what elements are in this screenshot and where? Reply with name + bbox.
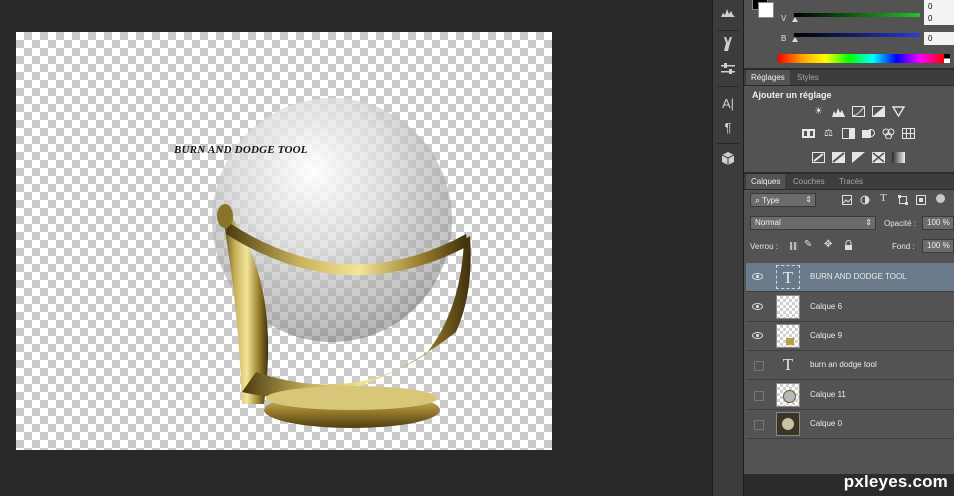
photo-filter-icon[interactable] bbox=[862, 128, 875, 139]
layer-thumbnail bbox=[776, 295, 800, 319]
filter-shape-icon[interactable] bbox=[898, 195, 908, 207]
layer-name[interactable]: BURN AND DODGE TOOL bbox=[810, 272, 907, 281]
panel-icon-strip: A| ¶ bbox=[712, 0, 744, 496]
brush-presets-icon[interactable] bbox=[713, 36, 743, 58]
filter-pixel-icon[interactable] bbox=[842, 195, 852, 207]
lock-transparency-icon[interactable] bbox=[790, 242, 798, 250]
layer-name[interactable]: Calque 0 bbox=[810, 419, 842, 428]
chevron-updown-icon: ⇕ bbox=[805, 195, 812, 204]
levels-icon[interactable] bbox=[832, 106, 845, 117]
eye-icon[interactable] bbox=[752, 301, 763, 312]
blue-value-field[interactable]: 0 bbox=[924, 32, 954, 45]
visibility-toggle-off[interactable] bbox=[754, 361, 764, 371]
adjust-sliders-icon[interactable] bbox=[713, 60, 743, 82]
character-icon[interactable]: A| bbox=[713, 93, 743, 115]
pivot-knob bbox=[217, 204, 233, 228]
filter-adjustment-icon[interactable] bbox=[860, 195, 870, 207]
right-panels: 0 V 0 B 0 Réglages Styles Ajouter un rég… bbox=[744, 0, 954, 496]
fill-label: Fond : bbox=[892, 242, 915, 251]
filter-smart-object-icon[interactable] bbox=[916, 195, 926, 207]
hue-saturation-icon[interactable] bbox=[802, 128, 815, 139]
canvas-title-text: BURN AND DODGE TOOL bbox=[174, 144, 308, 156]
tab-calques[interactable]: Calques bbox=[746, 174, 786, 189]
histogram-icon[interactable] bbox=[713, 2, 743, 24]
opacity-label: Opacité : bbox=[884, 219, 917, 228]
green-value-field[interactable]: 0 bbox=[924, 12, 954, 25]
base-top bbox=[266, 386, 438, 410]
background-swatch[interactable] bbox=[758, 2, 774, 18]
layer-name[interactable]: burn an dodge tool bbox=[810, 360, 877, 369]
eye-icon[interactable] bbox=[752, 271, 763, 282]
gradient-map-icon[interactable] bbox=[892, 152, 905, 163]
green-slider-thumb[interactable] bbox=[792, 17, 798, 22]
brightness-icon[interactable]: ☀ bbox=[812, 106, 825, 117]
text-layer-thumbnail: T bbox=[782, 355, 794, 374]
watermark-text: pxleyes.com bbox=[843, 472, 948, 491]
document-canvas[interactable]: BURN AND DODGE TOOL bbox=[16, 32, 552, 450]
exposure-icon[interactable] bbox=[872, 106, 885, 117]
paragraph-icon[interactable]: ¶ bbox=[713, 117, 743, 139]
opacity-field[interactable]: 100 % bbox=[922, 216, 954, 230]
lock-position-icon[interactable]: ✥ bbox=[824, 239, 832, 250]
blend-mode-dropdown[interactable]: Normal ⇕ bbox=[750, 216, 876, 230]
tab-styles[interactable]: Styles bbox=[792, 70, 824, 85]
search-icon: ⌕ bbox=[755, 195, 761, 205]
layer-row[interactable]: Calque 0 bbox=[746, 410, 954, 439]
adjustments-tabbar: Réglages Styles bbox=[744, 70, 954, 86]
black-white-ramp[interactable] bbox=[944, 54, 950, 63]
layer-name[interactable]: Calque 9 bbox=[810, 331, 842, 340]
layers-panel: Calques Couches Tracés ⌕ Type ⇕ T Normal… bbox=[744, 174, 954, 474]
tab-reglages[interactable]: Réglages bbox=[746, 70, 790, 85]
chevron-updown-icon: ⇕ bbox=[865, 218, 872, 227]
color-spectrum-bar[interactable] bbox=[778, 54, 944, 63]
layer-name[interactable]: Calque 11 bbox=[810, 390, 846, 399]
posterize-icon[interactable] bbox=[832, 152, 845, 163]
layer-filter-dropdown[interactable]: ⌕ Type ⇕ bbox=[750, 193, 816, 207]
tab-couches[interactable]: Couches bbox=[788, 174, 830, 189]
filter-text-icon[interactable]: T bbox=[880, 192, 887, 204]
lock-pixels-icon[interactable]: ✎ bbox=[804, 239, 812, 250]
visibility-toggle-off[interactable] bbox=[754, 391, 764, 401]
globe-stand-artwork bbox=[212, 98, 471, 428]
lock-all-icon[interactable] bbox=[844, 240, 853, 252]
color-panel: 0 V 0 B 0 bbox=[744, 0, 954, 68]
tab-traces[interactable]: Tracés bbox=[834, 174, 868, 189]
visibility-toggle-off[interactable] bbox=[754, 420, 764, 430]
vibrance-icon[interactable] bbox=[891, 106, 906, 118]
layer-thumbnail bbox=[776, 324, 800, 348]
threshold-icon[interactable] bbox=[852, 152, 865, 163]
blue-slider-thumb[interactable] bbox=[792, 37, 798, 42]
layer-row[interactable]: Calque 6 bbox=[746, 293, 954, 322]
layer-row[interactable]: T BURN AND DODGE TOOL bbox=[746, 263, 954, 292]
layer-row[interactable]: Calque 11 bbox=[746, 381, 954, 410]
3d-cube-icon[interactable] bbox=[713, 150, 743, 172]
green-slider[interactable] bbox=[794, 13, 920, 17]
fill-field[interactable]: 100 % bbox=[922, 239, 954, 253]
text-layer-thumbnail: T bbox=[776, 265, 800, 289]
layer-row[interactable]: Calque 9 bbox=[746, 322, 954, 351]
layer-name[interactable]: Calque 6 bbox=[810, 302, 842, 311]
layers-tabbar: Calques Couches Tracés bbox=[744, 174, 954, 190]
layer-row[interactable]: T burn an dodge tool bbox=[746, 351, 954, 380]
adjustments-panel: Réglages Styles Ajouter un réglage ☀ ⚖ bbox=[744, 70, 954, 172]
invert-icon[interactable] bbox=[812, 152, 825, 163]
filter-toggle[interactable] bbox=[936, 194, 945, 203]
eye-icon[interactable] bbox=[752, 330, 763, 341]
color-lookup-icon[interactable] bbox=[902, 128, 915, 139]
black-white-icon[interactable] bbox=[842, 128, 855, 139]
blue-slider[interactable] bbox=[794, 33, 920, 37]
blue-channel-label: B bbox=[781, 34, 787, 43]
layer-thumbnail bbox=[776, 412, 800, 436]
lock-label: Verrou : bbox=[750, 242, 779, 251]
channel-mixer-icon[interactable] bbox=[882, 128, 895, 140]
selective-color-icon[interactable] bbox=[872, 152, 885, 163]
color-balance-icon[interactable]: ⚖ bbox=[822, 128, 835, 139]
layer-thumbnail bbox=[776, 383, 800, 407]
adjustments-heading: Ajouter un réglage bbox=[752, 90, 832, 100]
curves-icon[interactable] bbox=[852, 106, 865, 117]
green-channel-label: V bbox=[781, 14, 787, 23]
